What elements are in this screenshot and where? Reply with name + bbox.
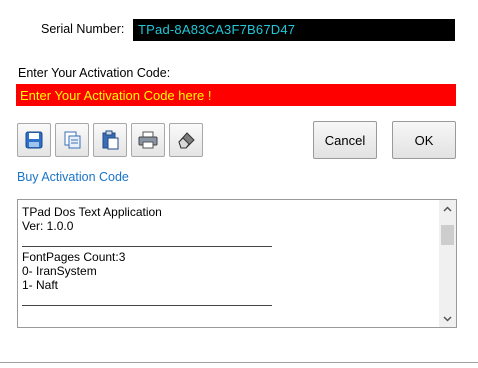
activation-code-input[interactable] — [16, 84, 456, 106]
ok-button[interactable]: OK — [392, 121, 456, 159]
chevron-down-icon — [443, 315, 452, 322]
save-button[interactable] — [17, 123, 51, 157]
scroll-up-button[interactable] — [439, 200, 456, 217]
bottom-divider — [0, 362, 478, 363]
app-title-text: TPad Dos Text Application — [22, 205, 162, 219]
chevron-up-icon — [443, 205, 452, 212]
scroll-thumb[interactable] — [441, 225, 454, 245]
divider-line — [22, 305, 272, 306]
activation-code-label: Enter Your Activation Code: — [18, 66, 171, 80]
font-list-item: 1- Naft — [22, 278, 59, 292]
scroll-down-button[interactable] — [439, 310, 456, 327]
font-list-item: 0- IranSystem — [22, 264, 97, 278]
paste-button[interactable] — [93, 123, 127, 157]
cancel-button[interactable]: Cancel — [313, 121, 377, 159]
vertical-scrollbar[interactable] — [439, 200, 456, 327]
serial-number-label: Serial Number: — [41, 22, 125, 36]
erase-button[interactable] — [169, 123, 203, 157]
print-icon — [138, 131, 158, 149]
print-button[interactable] — [131, 123, 165, 157]
erase-icon — [178, 132, 195, 149]
copy-icon — [64, 131, 81, 149]
paste-icon — [102, 130, 119, 150]
buy-activation-code-link[interactable]: Buy Activation Code — [17, 170, 129, 184]
divider-line — [22, 246, 272, 247]
info-text-area[interactable]: TPad Dos Text Application Ver: 1.0.0 Fon… — [17, 199, 457, 328]
serial-number-field[interactable]: TPad-8A83CA3F7B67D47 — [133, 19, 455, 41]
copy-button[interactable] — [55, 123, 89, 157]
version-text: Ver: 1.0.0 — [22, 219, 74, 233]
fontpages-count-text: FontPages Count:3 — [22, 250, 126, 264]
save-icon — [25, 131, 43, 149]
